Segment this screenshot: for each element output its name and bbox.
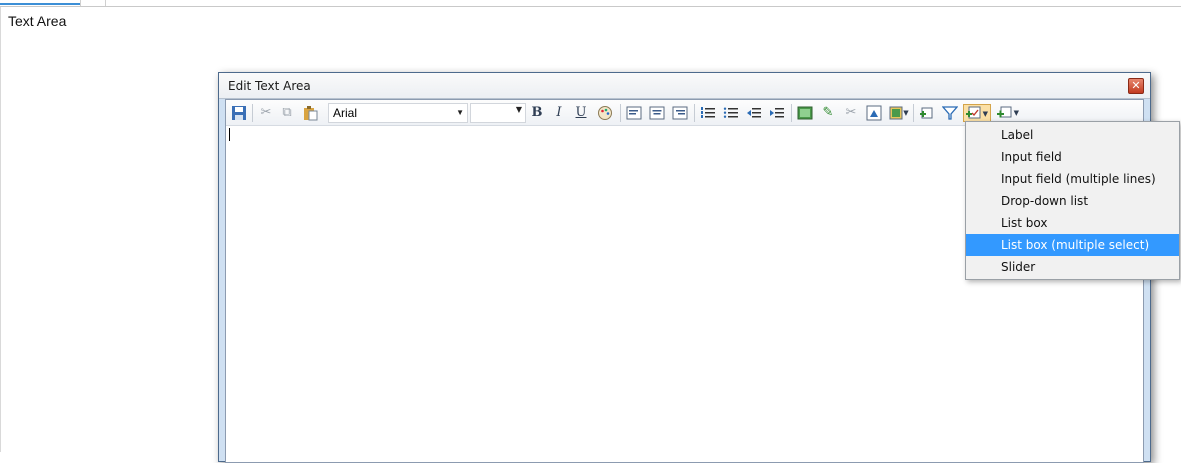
outdent-icon[interactable] [745,104,763,122]
font-size-select[interactable]: ▼ [470,103,526,123]
add-control-icon[interactable]: ▼ [995,104,1023,122]
align-center-icon[interactable] [648,104,666,122]
cut-icon[interactable]: ✂ [257,104,275,122]
numbered-list-icon[interactable] [699,104,717,122]
toolbar-separator [252,104,253,122]
active-tab[interactable] [0,0,80,5]
bold-icon[interactable]: B [528,104,546,122]
indent-icon[interactable] [768,104,786,122]
save-icon[interactable] [230,104,248,122]
form-controls-icon[interactable]: ▼ [963,104,991,122]
font-family-value: Arial [333,106,358,120]
chevron-down-icon: ▼ [1013,109,1019,117]
chevron-down-icon[interactable]: ▼ [902,104,910,122]
inactive-tab[interactable] [80,0,106,6]
menu-item-label[interactable]: Label [966,124,1179,146]
top-tab-strip [0,0,1181,7]
panel-border [0,7,1,452]
page-title: Text Area [8,13,67,29]
form-controls-menu: Label Input field Input field (multiple … [965,121,1180,280]
insert-field-icon[interactable] [918,104,936,122]
chevron-down-icon: ▼ [515,105,522,114]
menu-item-input-field[interactable]: Input field [966,146,1179,168]
close-icon: ✕ [1131,79,1141,92]
font-family-select[interactable]: Arial ▼ [328,103,468,123]
toolbar-separator [620,104,621,122]
copy-icon[interactable]: ⧉ [278,104,296,122]
image-icon[interactable] [796,104,814,122]
color-palette-icon[interactable] [596,104,614,122]
toolbar-separator [694,104,695,122]
text-cursor [229,128,230,141]
underline-icon[interactable]: U [572,104,590,122]
menu-item-input-field-multiline[interactable]: Input field (multiple lines) [966,168,1179,190]
align-left-icon[interactable] [625,104,643,122]
menu-item-drop-down-list[interactable]: Drop-down list [966,190,1179,212]
align-right-icon[interactable] [671,104,689,122]
menu-item-list-box[interactable]: List box [966,212,1179,234]
anchor-icon[interactable] [865,104,883,122]
paste-icon[interactable] [301,104,319,122]
italic-icon[interactable]: I [550,104,568,122]
chevron-down-icon: ▼ [456,108,464,117]
toolbar-separator [913,104,914,122]
filter-icon[interactable] [941,104,959,122]
unlink-icon[interactable]: ✂ [842,104,860,122]
dialog-titlebar[interactable]: Edit Text Area ✕ [219,73,1150,99]
menu-item-slider[interactable]: Slider [966,256,1179,278]
close-button[interactable]: ✕ [1128,78,1144,94]
link-icon[interactable]: ✎ [819,104,837,122]
toolbar-separator [791,104,792,122]
menu-item-list-box-multiple[interactable]: List box (multiple select) [966,234,1179,256]
bulleted-list-icon[interactable] [722,104,740,122]
dialog-title: Edit Text Area [228,79,311,93]
